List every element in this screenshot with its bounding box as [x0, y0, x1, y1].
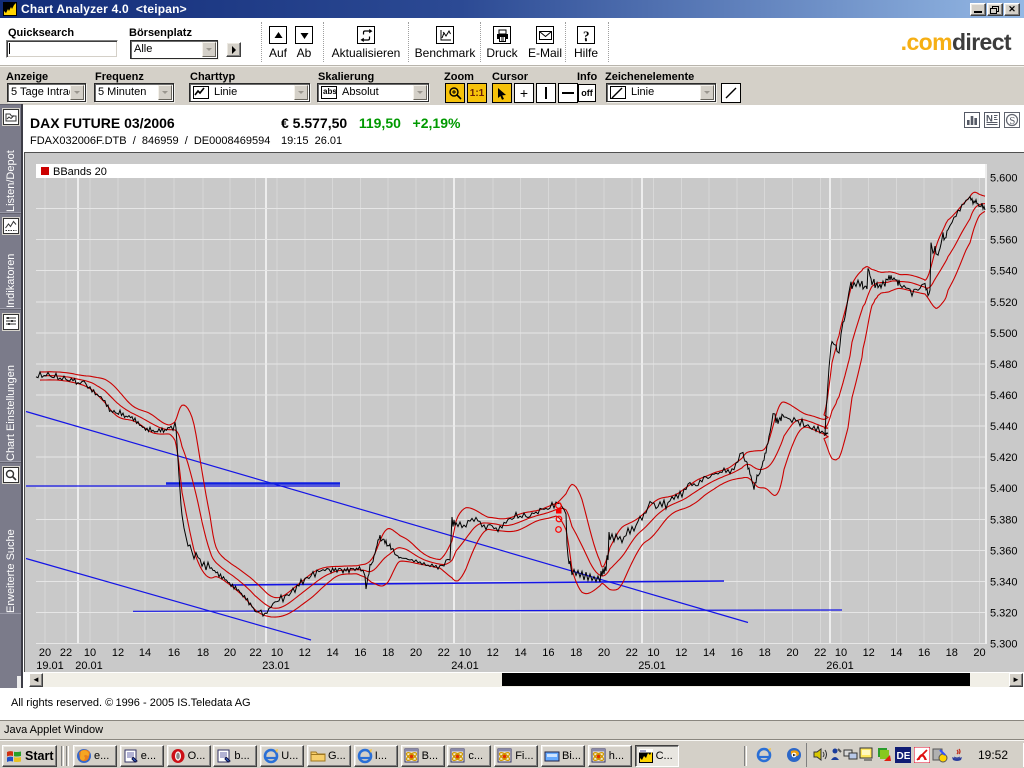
svg-text:DE: DE: [897, 751, 911, 762]
svg-text:16: 16: [542, 647, 554, 659]
svg-text:18: 18: [197, 647, 209, 659]
svg-text:12: 12: [487, 647, 499, 659]
svg-text:20: 20: [410, 647, 422, 659]
svg-text:10: 10: [271, 647, 283, 659]
svg-text:5.440: 5.440: [990, 421, 1018, 433]
svg-text:22: 22: [249, 647, 261, 659]
svg-text:5.360: 5.360: [990, 545, 1018, 557]
svg-text:26.01: 26.01: [826, 660, 854, 672]
svg-text:25.01: 25.01: [638, 660, 666, 672]
svg-text:22: 22: [814, 647, 826, 659]
svg-text:5.320: 5.320: [990, 608, 1018, 620]
svg-text:5.300: 5.300: [990, 639, 1018, 651]
svg-text:5.580: 5.580: [990, 204, 1018, 216]
svg-text:20: 20: [786, 647, 798, 659]
svg-text:10: 10: [835, 647, 847, 659]
svg-text:23.01: 23.01: [262, 660, 290, 672]
svg-text:16: 16: [354, 647, 366, 659]
svg-text:14: 14: [514, 647, 526, 659]
svg-text:18: 18: [570, 647, 582, 659]
svg-text:14: 14: [890, 647, 902, 659]
svg-text:5.520: 5.520: [990, 297, 1018, 309]
svg-text:18: 18: [759, 647, 771, 659]
svg-text:20: 20: [39, 647, 51, 659]
svg-text:5.380: 5.380: [990, 514, 1018, 526]
svg-text:20: 20: [973, 647, 985, 659]
svg-text:5.540: 5.540: [990, 266, 1018, 278]
svg-text:BBands 20: BBands 20: [53, 166, 107, 178]
svg-text:10: 10: [459, 647, 471, 659]
svg-text:5.460: 5.460: [990, 390, 1018, 402]
svg-text:22: 22: [626, 647, 638, 659]
svg-text:14: 14: [326, 647, 338, 659]
svg-text:12: 12: [112, 647, 124, 659]
svg-text:S: S: [1009, 115, 1015, 127]
svg-text:20: 20: [224, 647, 236, 659]
svg-text:18: 18: [382, 647, 394, 659]
svg-text:5.340: 5.340: [990, 576, 1018, 588]
svg-text:18: 18: [946, 647, 958, 659]
svg-text:5.400: 5.400: [990, 483, 1018, 495]
svg-text:16: 16: [731, 647, 743, 659]
svg-text:5.420: 5.420: [990, 452, 1018, 464]
svg-text:16: 16: [168, 647, 180, 659]
svg-text:14: 14: [139, 647, 151, 659]
svg-text:20.01: 20.01: [75, 660, 103, 672]
svg-text:20: 20: [598, 647, 610, 659]
svg-text:12: 12: [675, 647, 687, 659]
svg-text:14: 14: [703, 647, 715, 659]
svg-text:19.01: 19.01: [36, 660, 64, 672]
svg-text:5.600: 5.600: [990, 173, 1018, 185]
svg-text:12: 12: [299, 647, 311, 659]
svg-text:16: 16: [918, 647, 930, 659]
svg-text:5.500: 5.500: [990, 328, 1018, 340]
svg-text:12: 12: [863, 647, 875, 659]
svg-text:22: 22: [60, 647, 72, 659]
svg-text:24.01: 24.01: [451, 660, 479, 672]
svg-text:5.560: 5.560: [990, 235, 1018, 247]
svg-text:10: 10: [84, 647, 96, 659]
svg-text:22: 22: [438, 647, 450, 659]
svg-text:5.480: 5.480: [990, 359, 1018, 371]
svg-text:10: 10: [647, 647, 659, 659]
